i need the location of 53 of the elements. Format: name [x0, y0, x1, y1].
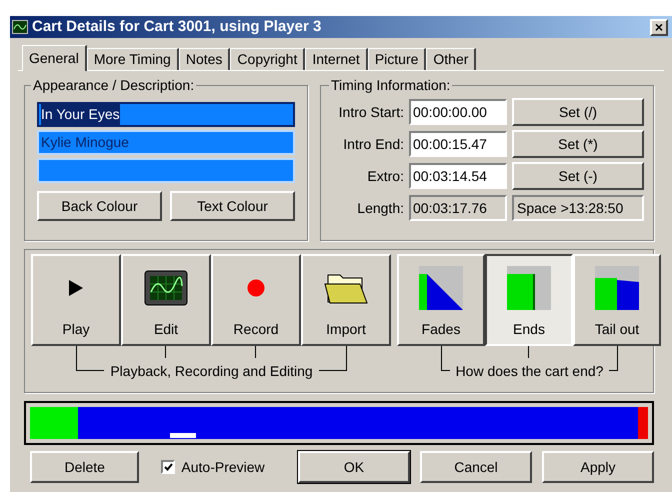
colour-button[interactable]: Back Colour	[37, 191, 162, 221]
tab[interactable]: Internet	[305, 48, 368, 70]
set-button[interactable]: Set (*)	[512, 130, 644, 158]
set-button[interactable]: Set (-)	[512, 162, 644, 190]
timing-label: Extro:	[366, 166, 404, 186]
time-field: 00:03:17.76	[409, 195, 507, 221]
tab[interactable]: Other	[426, 48, 476, 70]
delete-button[interactable]: Delete	[30, 451, 140, 483]
ending-button[interactable]: Fades	[397, 254, 485, 346]
tab[interactable]: Notes	[178, 48, 230, 70]
close-button[interactable]: ×	[650, 18, 668, 36]
dialog-button[interactable]: Apply	[542, 451, 654, 483]
dialog-button[interactable]: OK	[298, 451, 410, 483]
dialog-button[interactable]: Cancel	[420, 451, 532, 483]
group-caption: Playback, Recording and Editing	[109, 362, 314, 380]
tab[interactable]: Picture	[368, 48, 426, 70]
action-button[interactable]: Play	[31, 254, 121, 346]
group-caption: How does the cart end?	[454, 362, 604, 380]
bracket-line	[318, 346, 347, 371]
timing-label: Intro Start:	[338, 102, 404, 122]
bracket-line	[609, 346, 618, 371]
action-button[interactable]: Record	[211, 254, 301, 346]
description-field[interactable]: In Your Eyes	[37, 102, 295, 127]
timing-label: Length:	[356, 198, 404, 218]
play-icon	[68, 278, 84, 296]
bracket-line	[76, 346, 104, 371]
tab[interactable]: General	[22, 45, 87, 71]
bracket-line	[441, 346, 450, 371]
action-button[interactable]: Import	[301, 254, 391, 346]
space-readout: Space >13:28:50	[512, 195, 644, 221]
tab[interactable]: Copyright	[230, 48, 306, 70]
tail-out-graph-icon	[595, 266, 639, 310]
end-graph-icon	[507, 266, 551, 310]
time-field[interactable]: 00:00:00.00	[409, 99, 507, 125]
waveform-monitor-icon	[144, 270, 188, 306]
colour-button[interactable]: Text Colour	[170, 191, 295, 221]
time-field[interactable]: 00:00:15.47	[409, 131, 507, 157]
position-marker[interactable]	[170, 433, 196, 438]
description-field[interactable]: Kylie Minogue	[37, 130, 295, 155]
description-field[interactable]	[37, 158, 295, 183]
time-field[interactable]: 00:03:14.54	[409, 163, 507, 189]
waveform-app-icon	[12, 20, 28, 34]
auto-preview-label: Auto-Preview	[181, 458, 265, 476]
window-title: Cart Details for Cart 3001, using Player 3	[32, 16, 322, 37]
ending-button[interactable]: Tail out	[573, 254, 661, 346]
timing-label: Intro End:	[342, 134, 404, 154]
auto-preview-checkbox[interactable]	[161, 460, 176, 474]
set-button[interactable]: Set (/)	[512, 98, 644, 126]
fade-graph-icon	[419, 266, 463, 310]
record-icon	[247, 278, 265, 296]
tab[interactable]: More Timing	[86, 48, 179, 70]
ending-button[interactable]: Ends	[485, 254, 573, 346]
action-button[interactable]: Edit	[121, 254, 211, 346]
